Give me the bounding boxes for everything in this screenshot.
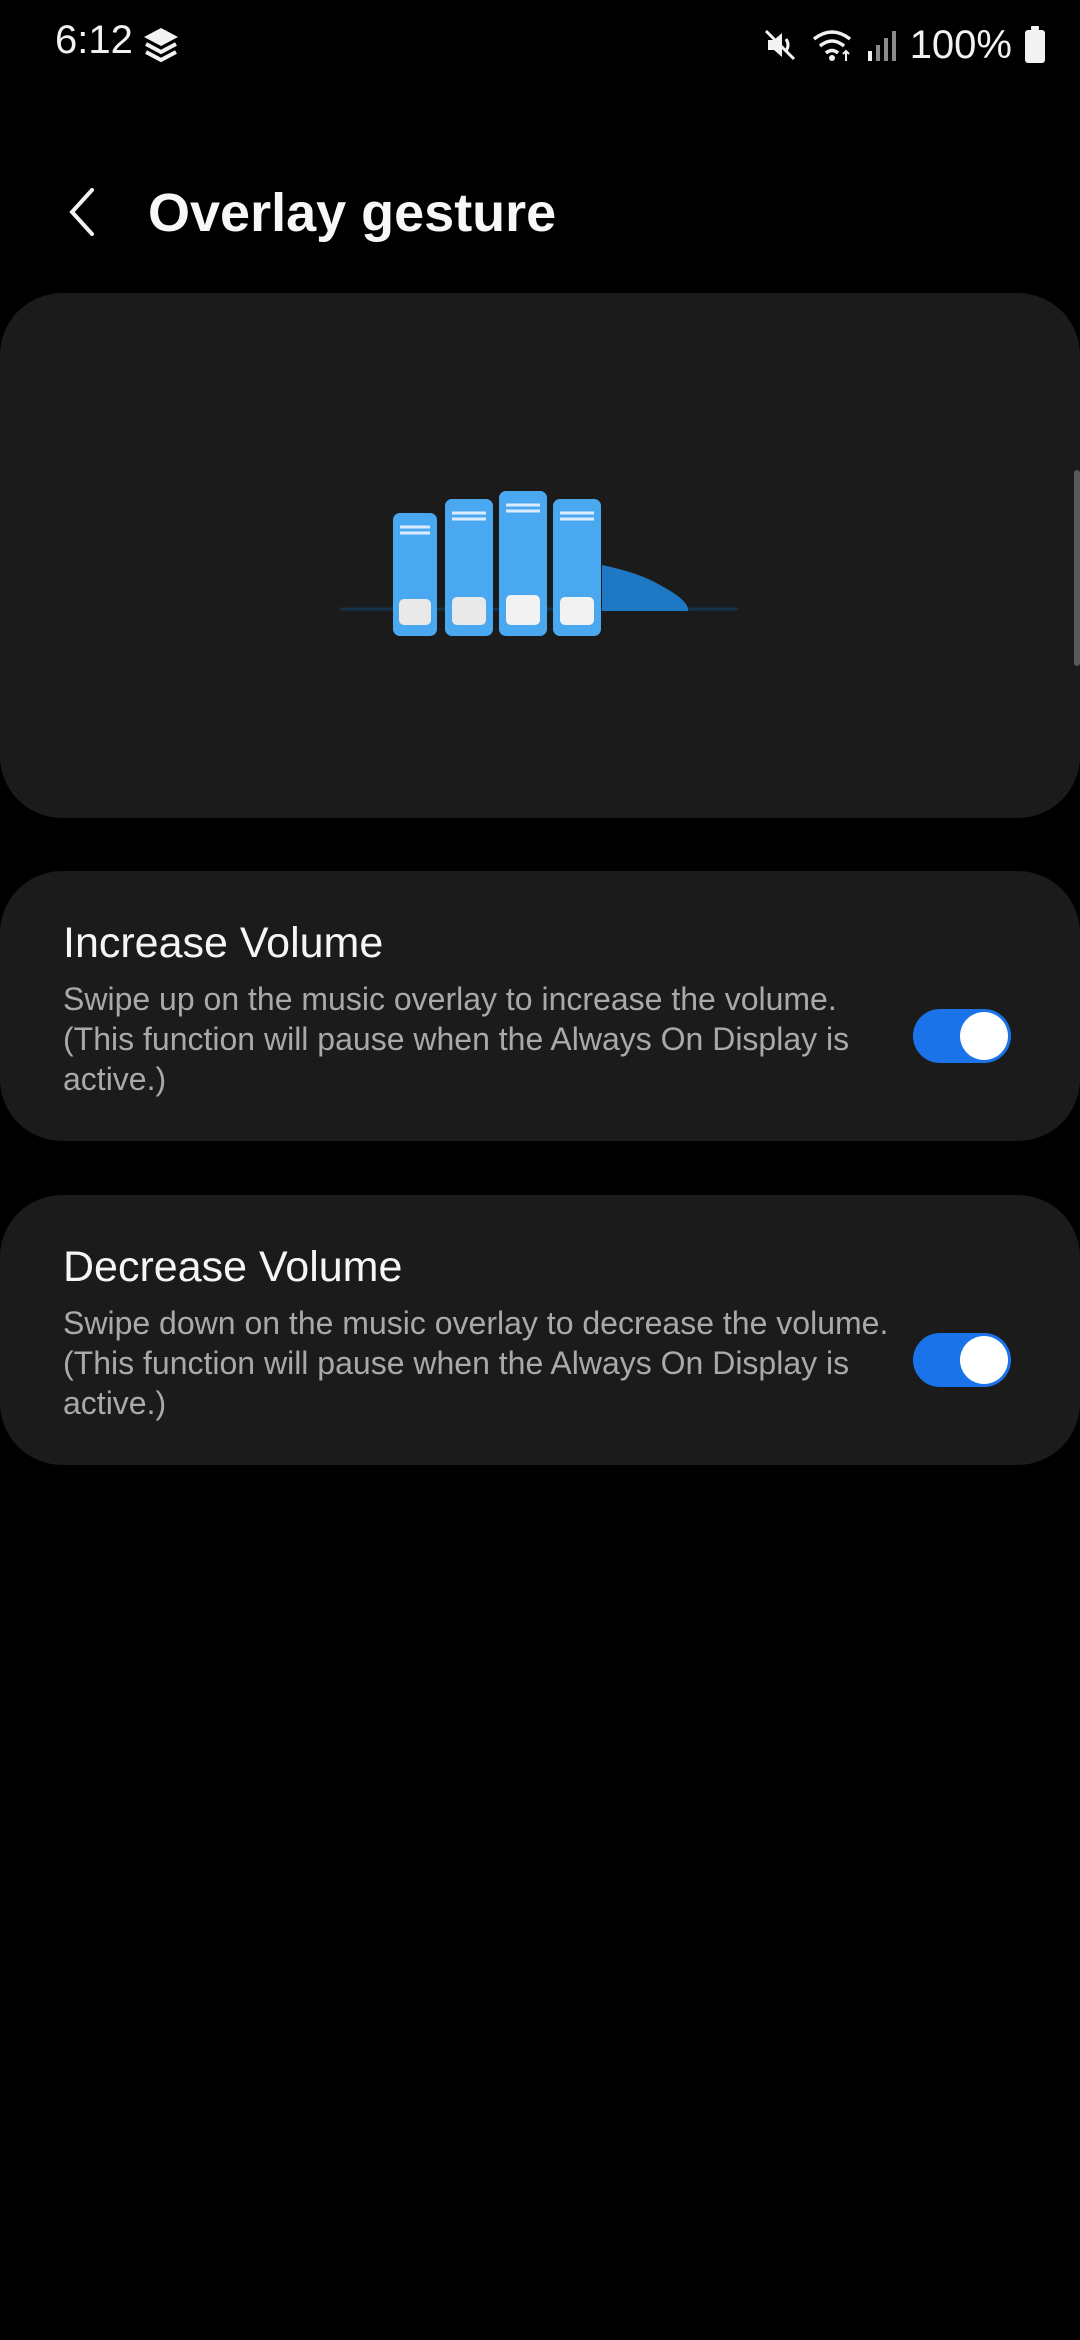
scrollbar[interactable]	[1074, 470, 1080, 666]
page-title: Overlay gesture	[148, 183, 557, 243]
back-button[interactable]	[50, 180, 114, 244]
battery-percent: 100%	[909, 22, 1012, 67]
toggle-knob	[960, 1336, 1008, 1384]
status-time: 6:12	[55, 18, 133, 62]
overlay-gesture-illustration	[340, 485, 740, 640]
app-header: Overlay gesture	[0, 160, 1080, 260]
layers-icon	[140, 24, 182, 66]
setting-description: Swipe down on the music overlay to decre…	[63, 1305, 889, 1421]
setting-description: Swipe up on the music overlay to increas…	[63, 981, 850, 1097]
setting-title: Increase Volume	[63, 919, 384, 967]
wifi-icon	[810, 27, 854, 63]
battery-icon	[1024, 26, 1046, 64]
signal-icon	[866, 27, 898, 63]
increase-volume-toggle[interactable]	[913, 1009, 1011, 1063]
toggle-knob	[960, 1012, 1008, 1060]
increase-volume-setting[interactable]: Increase Volume Swipe up on the music ov…	[0, 871, 1080, 1141]
status-bar: 6:12 100%	[0, 0, 1080, 90]
setting-title: Decrease Volume	[63, 1243, 403, 1291]
decrease-volume-toggle[interactable]	[913, 1333, 1011, 1387]
status-icons: 100%	[762, 18, 1046, 72]
chevron-left-icon	[69, 188, 94, 236]
mute-icon	[762, 27, 798, 63]
decrease-volume-setting[interactable]: Decrease Volume Swipe down on the music …	[0, 1195, 1080, 1465]
